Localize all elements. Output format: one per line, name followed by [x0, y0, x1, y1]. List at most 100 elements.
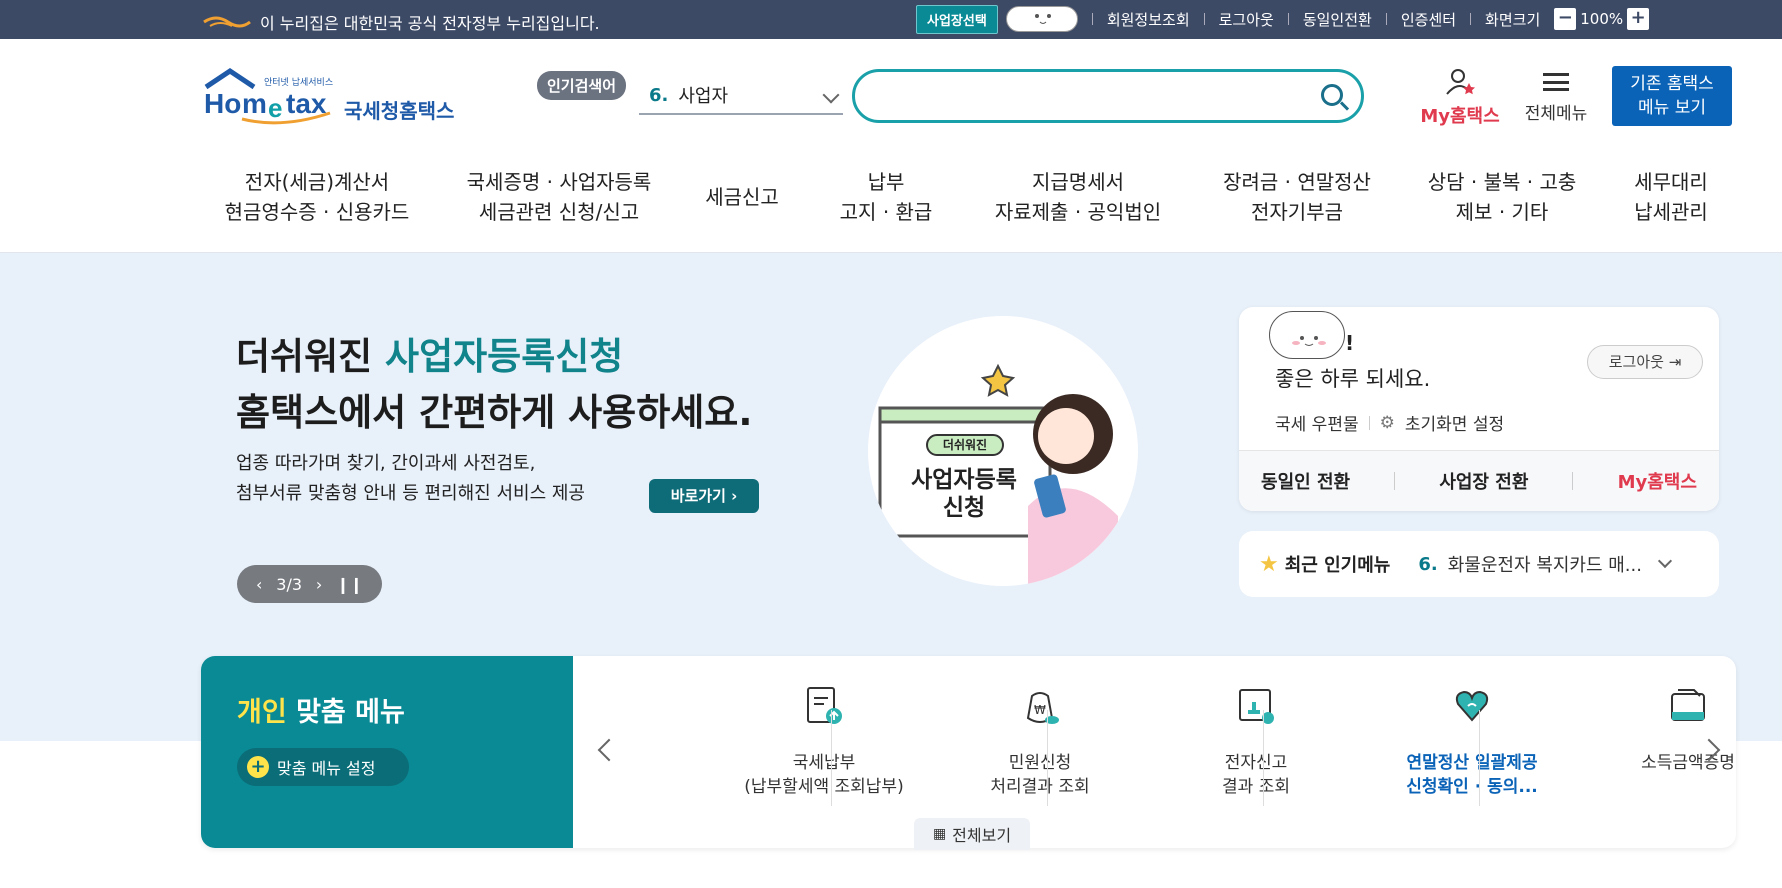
divider: [1263, 710, 1264, 806]
old-menu-line1: 기존 홈택스: [1630, 74, 1714, 94]
gov-notice-text: 이 누리집은 대한민국 공식 전자정부 누리집입니다.: [260, 14, 600, 33]
divider: [1385, 13, 1387, 25]
card-links: 국세 우편물 ⚙ 초기화면 설정: [1275, 410, 1504, 436]
my-hometax-label: My홈택스: [1420, 106, 1500, 127]
all-menu-button[interactable]: 전체메뉴: [1518, 67, 1594, 124]
user-cloud-avatar-icon: [1269, 311, 1345, 359]
gov-topbar: 이 누리집은 대한민국 공식 전자정부 누리집입니다. 사업장선택 회원정보조회…: [0, 0, 1782, 39]
nav-item-statement[interactable]: 지급명세서 자료제출 · 공익법인: [994, 167, 1162, 227]
custom-menu-header: 개인 맞춤 메뉴 + 맞춤 메뉴 설정: [201, 656, 573, 848]
divider: [1368, 415, 1370, 430]
user-name-suffix: !: [1345, 331, 1355, 355]
old-hometax-menu-button[interactable]: 기존 홈택스 메뉴 보기: [1612, 66, 1732, 126]
search-input[interactable]: [852, 69, 1364, 123]
main-navigation: 전자(세금)계산서 현금영수증 · 신용카드 국세증명 · 사업자등록 세금관련 신…: [202, 167, 1742, 237]
custom-menu-item-income-cert[interactable]: 소득금액증명: [1580, 684, 1736, 775]
site-header: Ho m e tax 안터넷 납세서비스 Hometax. 국세청홈택스 인기검…: [0, 39, 1782, 253]
gov-notice: 이 누리집은 대한민국 공식 전자정부 누리집입니다.: [202, 10, 600, 34]
folder-document-icon: [1671, 689, 1705, 721]
next-slide-icon[interactable]: ›: [316, 575, 322, 594]
search-icon[interactable]: [1321, 84, 1343, 106]
popular-word: 사업자: [678, 86, 729, 107]
custom-menu-item-civil-request[interactable]: ₩ 민원신청 처리결과 조회: [932, 684, 1148, 799]
greeting-text: 좋은 하루 되세요.: [1275, 367, 1431, 391]
hero-illustration: 더쉬워진 사업자등록 신청: [868, 316, 1138, 586]
nav-item-payment[interactable]: 납부 고지 · 환급: [838, 167, 934, 227]
filing-stamp-icon: [1239, 689, 1274, 724]
login-card: ! 좋은 하루 되세요. 로그아웃 ⇥ 국세 우편물 ⚙ 초기화면 설정 동일인…: [1239, 307, 1719, 511]
popular-menu-label: 최근 인기메뉴: [1284, 555, 1391, 576]
popular-search-tag: 인기검색어: [537, 71, 627, 100]
popular-search-select[interactable]: 6. 사업자: [639, 77, 843, 115]
nav-item-certificate[interactable]: 국세증명 · 사업자등록 세금관련 신청/신고: [464, 167, 654, 227]
all-menu-label: 전체메뉴: [1524, 104, 1588, 124]
hometax-logo[interactable]: Ho m e tax 안터넷 납세서비스 Hometax. 국세청홈택스: [202, 67, 462, 129]
gear-icon: ⚙: [1379, 412, 1395, 433]
brand-subtitle: 안터넷 납세서비스: [264, 78, 334, 88]
hero-description: 업종 따라가며 찾기, 간이과세 사전검토, 첨부서류 맞춤형 안내 등 편리해…: [236, 453, 585, 504]
same-person-switch-link[interactable]: 동일인전환: [1303, 9, 1372, 30]
my-hometax-card-button[interactable]: My홈택스: [1618, 468, 1697, 494]
view-all-button[interactable]: ▦ 전체보기: [914, 818, 1030, 850]
illus-badge: 더쉬워진: [926, 434, 1004, 456]
utility-links: 사업장선택 회원정보조회 로그아웃 동일인전환 인증센터 화면크기 − 100%…: [916, 4, 1650, 34]
brand-name: 국세청홈택스: [344, 99, 455, 123]
prev-slide-icon[interactable]: ‹: [256, 575, 262, 594]
banner-pager: ‹ 3/3 › ❙❙: [237, 565, 382, 603]
divider: [1470, 13, 1472, 25]
plus-icon: +: [247, 756, 269, 778]
certificate-center-link[interactable]: 인증센터: [1401, 9, 1456, 30]
tax-mailbox-link[interactable]: 국세 우편물: [1275, 410, 1359, 435]
divider: [831, 710, 832, 806]
prev-arrow-icon[interactable]: [597, 738, 621, 762]
divider: [1287, 13, 1289, 25]
zoom-in-button[interactable]: +: [1627, 8, 1650, 30]
same-person-switch-button[interactable]: 동일인 전환: [1261, 468, 1350, 494]
custom-menu-item-e-filing[interactable]: 전자신고 결과 조회: [1148, 684, 1364, 799]
zoom-control: − 100% +: [1554, 8, 1650, 30]
card-footer: 동일인 전환 사업장 전환 My홈택스: [1239, 450, 1719, 511]
nav-item-tax-agent[interactable]: 세무대리 납세관리: [1626, 167, 1716, 227]
home-setting-link[interactable]: 초기화면 설정: [1405, 410, 1504, 435]
svg-text:Ho: Ho: [204, 88, 241, 119]
chevron-down-icon[interactable]: [1657, 553, 1673, 569]
grid-icon: ▦: [932, 826, 947, 842]
zoom-out-button[interactable]: −: [1554, 8, 1577, 30]
svg-text:e: e: [268, 93, 282, 123]
popular-menu-bar[interactable]: ★ 최근 인기메뉴 6. 화물운전자 복지카드 매...: [1239, 531, 1719, 597]
custom-menu-item-year-end[interactable]: 연말정산 일괄제공 신청확인 · 동의...: [1364, 684, 1580, 799]
user-star-icon: [1446, 69, 1475, 95]
zoom-level: 100%: [1580, 10, 1624, 28]
logout-button[interactable]: 로그아웃 ⇥: [1587, 345, 1703, 379]
popular-menu-item[interactable]: 화물운전자 복지카드 매...: [1448, 551, 1642, 577]
divider: [1572, 472, 1574, 490]
heart-hand-icon: [1455, 690, 1489, 722]
divider: [1479, 710, 1480, 806]
custom-menu-item-tax-payment[interactable]: 국세납부 (납부할세액 조회납부): [716, 684, 932, 799]
pause-icon[interactable]: ❙❙: [336, 575, 363, 594]
screen-size-label: 화면크기: [1485, 10, 1541, 29]
user-avatar-icon[interactable]: [1005, 6, 1078, 32]
divider: [1047, 710, 1048, 806]
money-bag-icon: ₩: [1026, 692, 1059, 724]
custom-menu-title: 개인 맞춤 메뉴: [237, 697, 405, 728]
svg-text:m: m: [242, 88, 267, 119]
nav-item-consult[interactable]: 상담 · 불복 · 고충 제보 · 기타: [1424, 167, 1580, 227]
logout-link[interactable]: 로그아웃: [1219, 9, 1274, 30]
divider: [1091, 13, 1093, 25]
member-info-link[interactable]: 회원정보조회: [1107, 9, 1190, 30]
nav-item-tax-report[interactable]: 세금신고: [704, 182, 780, 212]
custom-menu-setting-button[interactable]: + 맞춤 메뉴 설정: [237, 748, 409, 786]
svg-text:₩: ₩: [1034, 703, 1046, 717]
nav-item-incentive[interactable]: 장려금 · 연말정산 전자기부금: [1218, 167, 1376, 227]
business-switch-button[interactable]: 사업장 전환: [1439, 468, 1528, 494]
chevron-down-icon: [822, 86, 840, 104]
document-upload-icon: [807, 687, 842, 724]
divider: [1203, 13, 1205, 25]
my-hometax-button[interactable]: My홈택스: [1418, 67, 1502, 128]
business-select-button[interactable]: 사업장선택: [916, 4, 998, 34]
nav-item-e-invoice[interactable]: 전자(세금)계산서 현금영수증 · 신용카드: [222, 167, 412, 227]
popular-menu-rank: 6.: [1418, 553, 1438, 575]
go-button[interactable]: 바로가기 ›: [649, 479, 759, 513]
hamburger-icon: [1543, 73, 1569, 91]
